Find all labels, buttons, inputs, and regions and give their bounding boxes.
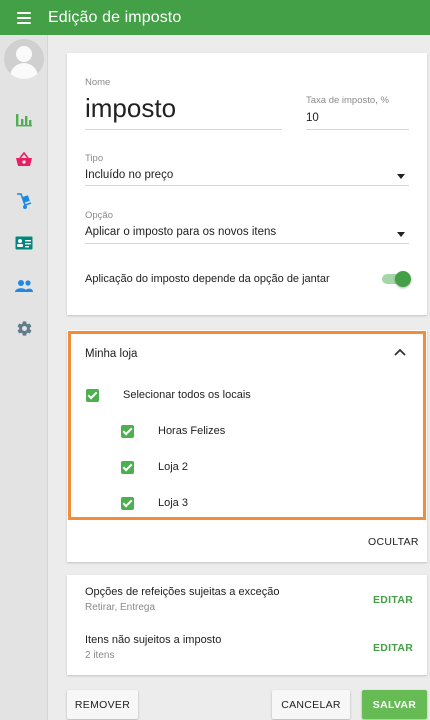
bar-chart-icon <box>16 114 32 127</box>
name-input[interactable]: imposto <box>85 93 176 124</box>
type-select[interactable]: Incluído no preço <box>85 169 173 181</box>
chevron-up-icon[interactable] <box>393 347 407 357</box>
select-all-label: Selecionar todos os locais <box>123 389 251 401</box>
users-icon <box>15 280 33 292</box>
sidebar-item-inventory[interactable] <box>12 189 36 213</box>
rate-input[interactable]: 10 <box>306 112 319 124</box>
page-title: Edição de imposto <box>48 8 182 26</box>
dining-exceptions-title: Opções de refeições sujeitas a exceção <box>85 586 280 598</box>
option-label: Opção <box>85 210 113 221</box>
option-underline <box>85 243 409 244</box>
menu-icon[interactable] <box>17 11 31 24</box>
location-label: Horas Felizes <box>158 425 226 437</box>
cancel-button[interactable]: CANCELAR <box>272 690 350 719</box>
select-all-checkbox[interactable] <box>86 389 99 402</box>
option-dropdown-icon[interactable] <box>397 232 405 237</box>
gear-icon <box>17 320 31 336</box>
remove-button[interactable]: REMOVER <box>67 690 138 719</box>
sidebar-item-sales[interactable] <box>12 148 36 172</box>
sidebar <box>0 35 48 720</box>
sidebar-item-customers[interactable] <box>12 274 36 298</box>
location-checkbox[interactable] <box>121 461 134 474</box>
location-label: Loja 2 <box>158 461 188 473</box>
type-underline <box>85 185 409 186</box>
location-checkbox[interactable] <box>121 497 134 510</box>
rate-underline <box>306 129 409 130</box>
id-card-icon <box>15 236 33 250</box>
hand-truck-icon <box>17 193 32 209</box>
edit-tax-exempt-items-button[interactable]: EDITAR <box>373 642 413 654</box>
dining-exceptions-value: Retirar, Entrega <box>85 602 156 613</box>
tax-exempt-items-value: 2 itens <box>85 650 115 661</box>
exceptions-card: Opções de refeições sujeitas a exceção R… <box>67 575 427 675</box>
type-dropdown-icon[interactable] <box>397 174 405 179</box>
name-underline <box>85 129 282 130</box>
dining-toggle-label: Aplicação do imposto depende da opção de… <box>85 273 330 285</box>
sidebar-item-employees[interactable] <box>12 231 36 255</box>
avatar[interactable] <box>4 39 44 79</box>
hide-button[interactable]: OCULTAR <box>368 536 419 548</box>
edit-dining-exceptions-button[interactable]: EDITAR <box>373 594 413 606</box>
basket-icon <box>16 152 32 166</box>
store-name: Minha loja <box>85 348 138 360</box>
sidebar-item-reports[interactable] <box>12 107 36 131</box>
sidebar-item-settings[interactable] <box>12 316 36 340</box>
name-label: Nome <box>85 77 111 88</box>
location-label: Loja 3 <box>158 497 188 509</box>
tax-exempt-items-title: Itens não sujeitos a imposto <box>85 634 222 646</box>
option-select[interactable]: Aplicar o imposto para os novos itens <box>85 226 276 238</box>
dining-option-toggle[interactable] <box>382 271 411 287</box>
tax-form-card: Nome imposto Taxa de imposto, % 10 Tipo … <box>67 53 427 315</box>
location-checkbox[interactable] <box>121 425 134 438</box>
rate-label: Taxa de imposto, % <box>306 95 389 106</box>
top-app-bar: Edição de imposto <box>0 0 430 35</box>
save-button[interactable]: SALVAR <box>362 690 427 719</box>
type-label: Tipo <box>85 153 104 164</box>
